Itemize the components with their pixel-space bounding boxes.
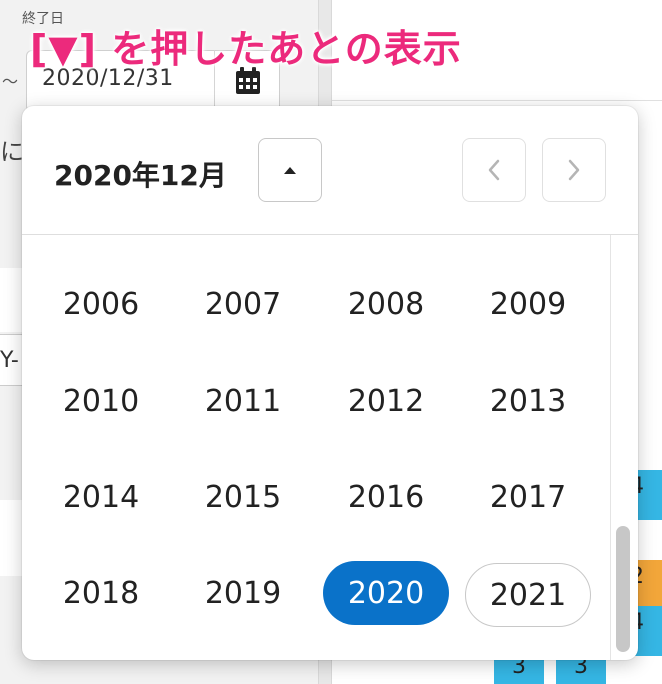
year-option[interactable]: 2006	[38, 272, 164, 336]
caret-up-icon	[284, 167, 296, 174]
year-option[interactable]: 2007	[180, 272, 306, 336]
annotation-banner: [▼] を押したあとの表示	[30, 27, 462, 71]
picker-month-title: 2020年12月	[54, 159, 227, 192]
partial-text: に	[0, 138, 24, 166]
next-button[interactable]	[542, 138, 606, 202]
year-option[interactable]: 2014	[38, 465, 164, 529]
year-option[interactable]: 2011	[180, 369, 306, 433]
year-option[interactable]: 2019	[180, 561, 306, 625]
year-option-current[interactable]: 2021	[465, 563, 591, 627]
year-option[interactable]: 2009	[465, 272, 591, 336]
year-option[interactable]: 2018	[38, 561, 164, 625]
chevron-left-icon	[488, 159, 500, 181]
divider	[332, 100, 662, 101]
year-grid: 2006 2007 2008 2009 2010 2011 2012 2013 …	[22, 235, 610, 660]
year-option-selected[interactable]: 2020	[323, 561, 449, 625]
year-option[interactable]: 2008	[323, 272, 449, 336]
year-option[interactable]: 2016	[323, 465, 449, 529]
year-option[interactable]: 2015	[180, 465, 306, 529]
year-option[interactable]: 2017	[465, 465, 591, 529]
prev-button[interactable]	[462, 138, 526, 202]
partial-text: Y-	[0, 348, 19, 373]
toggle-year-view-button[interactable]	[258, 138, 322, 202]
year-option[interactable]: 2013	[465, 369, 591, 433]
year-picker-popup: 2020年12月 2006 2007 2008 2009 2010 2011 2…	[22, 106, 638, 660]
year-option[interactable]: 2012	[323, 369, 449, 433]
chevron-right-icon	[568, 159, 580, 181]
year-scrollbar-thumb[interactable]	[616, 526, 630, 652]
picker-header: 2020年12月	[22, 106, 638, 235]
year-option[interactable]: 2010	[38, 369, 164, 433]
range-tilde: 〜	[2, 72, 19, 91]
